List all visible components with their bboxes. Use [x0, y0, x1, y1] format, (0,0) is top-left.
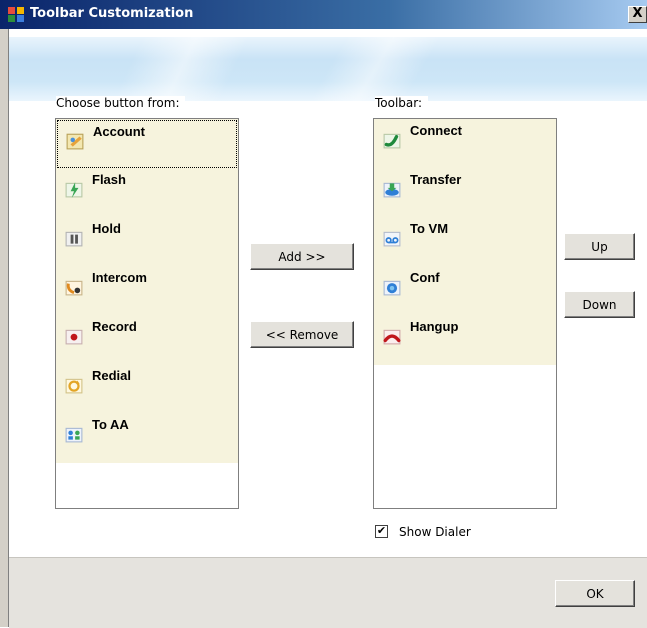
- to-aa-icon: [65, 427, 83, 443]
- intercom-icon: [65, 280, 83, 296]
- move-up-button[interactable]: Up: [564, 233, 635, 260]
- redial-icon: [65, 378, 83, 394]
- window-title: Toolbar Customization: [30, 6, 194, 21]
- toolbar-buttons-list[interactable]: Connect Transfer To VM Conf Hangup: [373, 118, 557, 509]
- list-item-record[interactable]: Record: [57, 316, 237, 364]
- list-item-label: To VM: [410, 221, 449, 236]
- dialog-body: Choose button from: Account Flash Hold Inte…: [9, 29, 647, 628]
- list-item-label: Conf: [410, 270, 440, 285]
- list-item-transfer[interactable]: Transfer: [375, 169, 555, 217]
- dialog-footer: OK: [9, 557, 647, 628]
- list-item-label: Hold: [92, 221, 121, 236]
- list-item-redial[interactable]: Redial: [57, 365, 237, 413]
- conf-icon: [383, 280, 401, 296]
- list-item-label: Connect: [410, 123, 462, 138]
- show-dialer-label: Show Dialer: [399, 525, 471, 539]
- to-vm-icon: [383, 231, 401, 247]
- connect-icon: [383, 133, 401, 149]
- app-icon: [8, 7, 24, 22]
- show-dialer-option[interactable]: ✔ Show Dialer: [375, 522, 485, 542]
- title-bar: Toolbar Customization X: [0, 0, 647, 29]
- remove-button[interactable]: << Remove: [250, 321, 354, 348]
- hold-icon: [65, 231, 83, 247]
- list-item-hold[interactable]: Hold: [57, 218, 237, 266]
- list-item-conf[interactable]: Conf: [375, 267, 555, 315]
- available-buttons-list[interactable]: Account Flash Hold Intercom Record Redial To A…: [55, 118, 239, 509]
- list-item-label: Transfer: [410, 172, 462, 187]
- flash-icon: [65, 182, 83, 198]
- list-item-to-vm[interactable]: To VM: [375, 218, 555, 266]
- list-item-label: Account: [93, 124, 145, 139]
- ok-button[interactable]: OK: [555, 580, 635, 607]
- list-item-label: Hangup: [410, 319, 459, 334]
- hangup-icon: [383, 329, 401, 345]
- list-item-label: Intercom: [92, 270, 147, 285]
- window-border: [0, 29, 9, 627]
- header-banner: [9, 37, 647, 101]
- list-item-intercom[interactable]: Intercom: [57, 267, 237, 315]
- list-item-hangup[interactable]: Hangup: [375, 316, 555, 364]
- list-item-connect[interactable]: Connect: [375, 120, 555, 168]
- account-icon: [66, 133, 84, 150]
- list-item-account[interactable]: Account: [57, 120, 237, 168]
- move-down-button[interactable]: Down: [564, 291, 635, 318]
- transfer-icon: [383, 182, 401, 198]
- toolbar-label: Toolbar:: [375, 96, 429, 110]
- list-item-to-aa[interactable]: To AA: [57, 414, 237, 462]
- list-item-label: Flash: [92, 172, 126, 187]
- record-icon: [65, 329, 83, 345]
- close-button[interactable]: X: [628, 6, 647, 23]
- list-item-label: To AA: [92, 417, 129, 432]
- add-button[interactable]: Add >>: [250, 243, 354, 270]
- available-buttons-label: Choose button from:: [56, 96, 186, 110]
- list-item-label: Redial: [92, 368, 132, 383]
- list-item-flash[interactable]: Flash: [57, 169, 237, 217]
- list-item-label: Record: [92, 319, 137, 334]
- show-dialer-checkbox[interactable]: ✔: [375, 525, 388, 538]
